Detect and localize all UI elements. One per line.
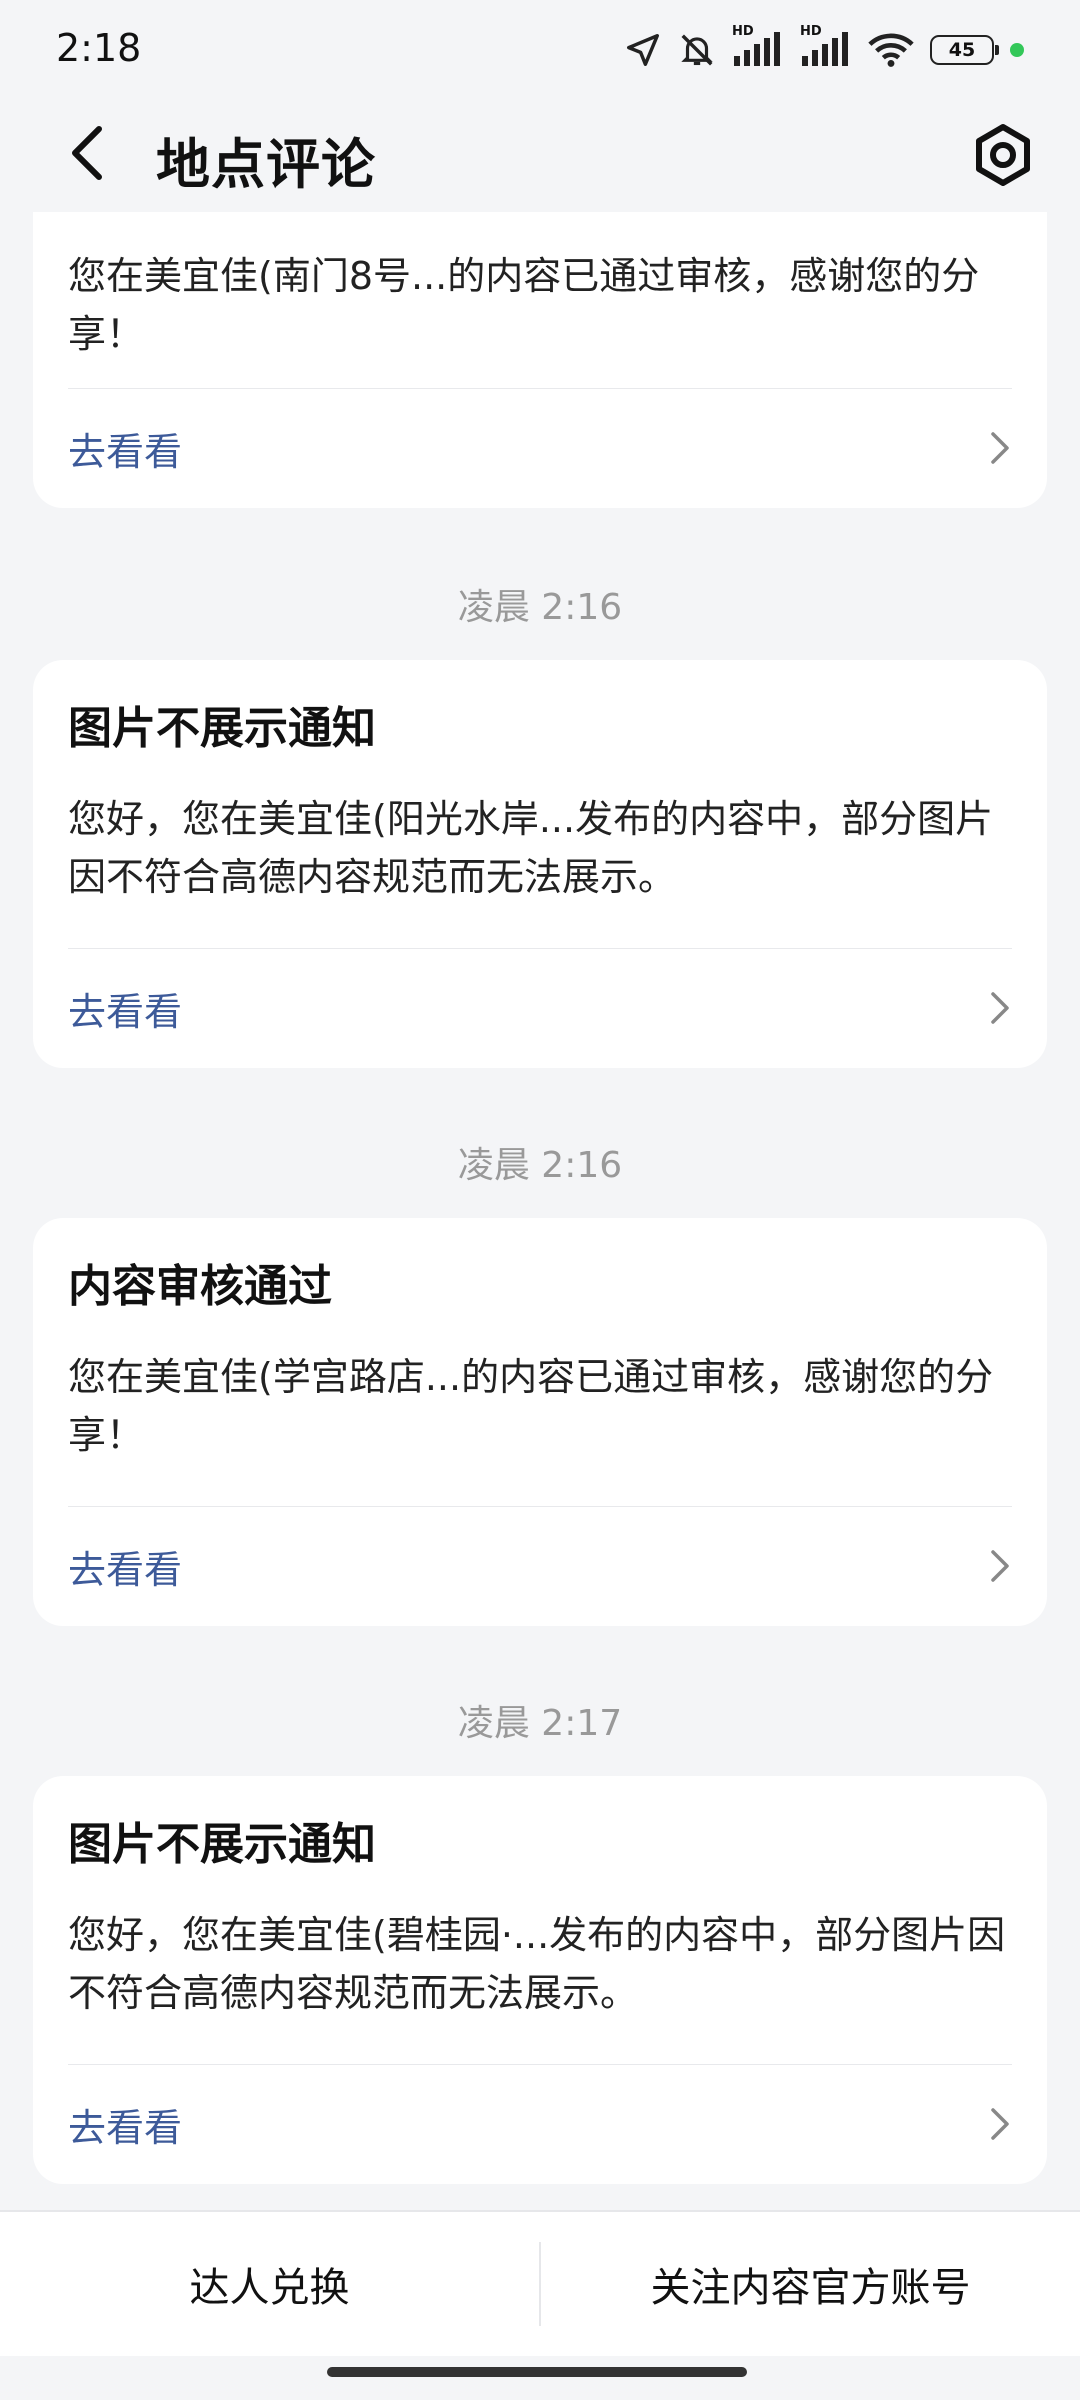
chevron-right-icon — [988, 428, 1012, 468]
chevron-right-icon — [988, 988, 1012, 1028]
status-time: 2:18 — [56, 26, 142, 70]
bell-muted-icon — [678, 31, 716, 69]
card-body: 您好，您在美宜佳(阳光水岸...发布的内容中，部分图片因不符合高德内容规范而无法… — [68, 797, 994, 899]
view-link[interactable]: 去看看 — [68, 408, 1012, 488]
hd-label-2: HD — [800, 24, 822, 39]
back-button[interactable] — [52, 118, 122, 188]
header: 地点评论 — [0, 100, 1080, 212]
chevron-right-icon — [988, 2104, 1012, 2144]
card-divider — [68, 1506, 1012, 1507]
signal-icon-2: HD — [800, 24, 852, 70]
screen: 2:18 HD HD 45 地点评论 您在美宜佳(南门8号...的内容已通过审核… — [0, 0, 1080, 2400]
card-divider — [68, 2064, 1012, 2065]
page-title: 地点评论 — [156, 133, 376, 196]
privacy-dot — [1010, 43, 1024, 57]
card-body: 您在美宜佳(南门8号...的内容已通过审核，感谢您的分享！ — [68, 254, 980, 356]
card-title: 图片不展示通知 — [68, 1819, 376, 1870]
timestamp: 凌晨 2:16 — [457, 587, 623, 628]
hd-label: HD — [732, 24, 754, 39]
status-icons: HD HD 45 — [624, 24, 1024, 72]
view-link[interactable]: 去看看 — [68, 2084, 1012, 2164]
card-title: 内容审核通过 — [68, 1261, 332, 1312]
card-title: 图片不展示通知 — [68, 703, 376, 754]
timestamp: 凌晨 2:17 — [457, 1703, 623, 1744]
location-arrow-icon — [624, 31, 662, 69]
home-indicator[interactable] — [327, 2367, 747, 2377]
view-link-label: 去看看 — [68, 429, 183, 474]
card-divider — [68, 388, 1012, 389]
view-link[interactable]: 去看看 — [68, 1526, 1012, 1606]
settings-button[interactable] — [966, 118, 1040, 192]
message-card: 内容审核通过 您在美宜佳(学宫路店...的内容已通过审核，感谢您的分享！ 去看看 — [33, 1218, 1047, 1626]
message-list[interactable]: 您在美宜佳(南门8号...的内容已通过审核，感谢您的分享！ 去看看 凌晨 2:1… — [0, 212, 1080, 2210]
signal-icon: HD — [732, 24, 784, 70]
status-bar: 2:18 HD HD 45 — [0, 0, 1080, 100]
back-arrow-icon — [72, 126, 102, 180]
wifi-icon — [868, 32, 914, 68]
card-body: 您在美宜佳(学宫路店...的内容已通过审核，感谢您的分享！ — [68, 1355, 994, 1457]
message-card: 您在美宜佳(南门8号...的内容已通过审核，感谢您的分享！ 去看看 — [33, 212, 1047, 508]
follow-official-account-button[interactable]: 关注内容官方账号 — [541, 2212, 1080, 2356]
view-link-label: 去看看 — [68, 1547, 183, 1592]
bottom-bar: 达人兑换 关注内容官方账号 — [0, 2210, 1080, 2356]
settings-gear-icon — [976, 124, 1030, 186]
chevron-right-icon — [988, 1546, 1012, 1586]
message-card: 图片不展示通知 您好，您在美宜佳(碧桂园·...发布的内容中，部分图片因不符合高… — [33, 1776, 1047, 2184]
expert-exchange-button[interactable]: 达人兑换 — [0, 2212, 539, 2356]
timestamp: 凌晨 2:16 — [457, 1145, 623, 1186]
view-link-label: 去看看 — [68, 989, 183, 1034]
message-card: 图片不展示通知 您好，您在美宜佳(阳光水岸...发布的内容中，部分图片因不符合高… — [33, 660, 1047, 1068]
battery-icon: 45 — [930, 35, 999, 65]
card-body: 您好，您在美宜佳(碧桂园·...发布的内容中，部分图片因不符合高德内容规范而无法… — [68, 1913, 1006, 2015]
view-link[interactable]: 去看看 — [68, 968, 1012, 1048]
card-divider — [68, 948, 1012, 949]
view-link-label: 去看看 — [68, 2105, 183, 2150]
